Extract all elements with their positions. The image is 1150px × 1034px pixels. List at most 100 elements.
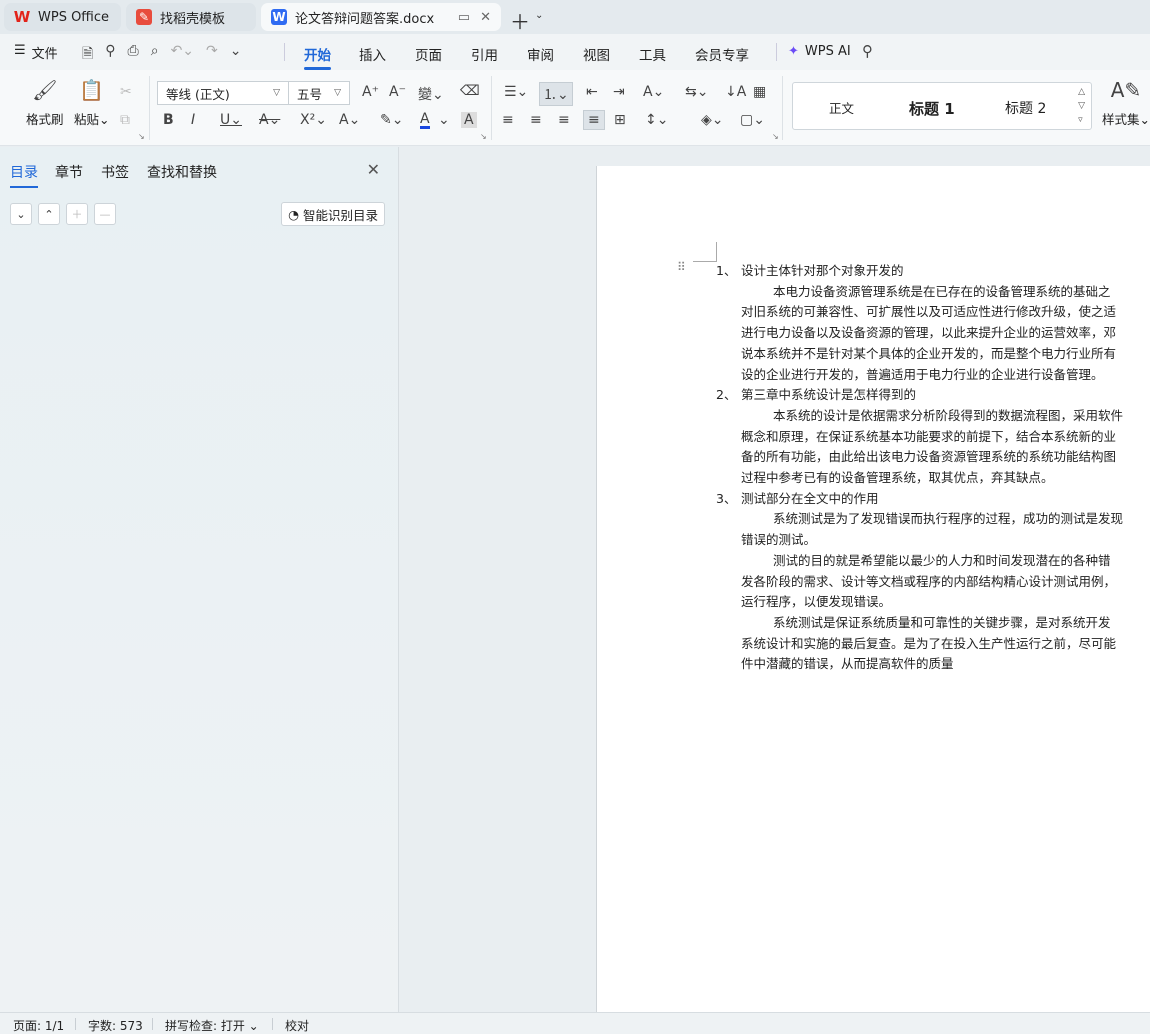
line-spacing-icon[interactable]: ↕⌄ [645, 112, 668, 128]
dialog-launcher-icon[interactable]: ↘ [480, 132, 487, 141]
cut-icon[interactable]: ✂ [120, 84, 132, 100]
show-marks-icon[interactable]: ▦ [753, 84, 766, 100]
export-icon[interactable]: ⚲ [105, 43, 115, 67]
style-normal[interactable]: 正文 [829, 98, 854, 117]
dialog-launcher-icon[interactable]: ↘ [772, 132, 779, 141]
tab-insert[interactable]: 插入 [359, 44, 386, 64]
paragraph-line[interactable]: 概念和原理，在保证系统基本功能要求的前提下，结合本系统新的业 [716, 427, 1150, 448]
proofread-button[interactable]: 校对 [285, 1017, 309, 1034]
distributed-icon[interactable]: ⊞ [614, 112, 626, 128]
borders-icon[interactable]: ▢⌄ [740, 112, 765, 128]
bold-icon[interactable]: B [163, 112, 174, 128]
sort-az-icon[interactable]: ↓A [725, 84, 746, 100]
more-icon[interactable]: ⌄ [230, 43, 242, 67]
document-body[interactable]: 1、 设计主体针对那个对象开发的 本电力设备资源管理系统是在已存在的设备管理系统的基… [716, 261, 1150, 675]
style-heading-1[interactable]: 标题 1 [909, 98, 955, 119]
nav-tab-toc[interactable]: 目录 [10, 162, 38, 188]
numbered-list-icon[interactable]: ⒈⌄ [539, 82, 573, 106]
undo-icon[interactable]: ↶⌄ [171, 43, 194, 67]
text-direction-icon[interactable]: A⌄ [643, 84, 664, 100]
remove-item-button[interactable]: — [94, 203, 116, 225]
print-icon[interactable]: ⎙ [128, 43, 139, 67]
tab-tools[interactable]: 工具 [639, 44, 666, 64]
font-size-select[interactable]: 五号 ▽ [288, 81, 350, 105]
phonetic-guide-icon[interactable]: 變⌄ [418, 84, 444, 104]
decrease-font-icon[interactable]: A⁻ [389, 84, 406, 100]
paragraph-line[interactable]: 进行电力设备以及设备资源的管理，以此来提升企业的运营效率，邓 [716, 323, 1150, 344]
paragraph-line[interactable]: 件中潜藏的错误，从而提高软件的质量 [716, 654, 1150, 675]
spell-check-toggle[interactable]: 拼写检查: 打开 ⌄ [165, 1017, 259, 1034]
expand-icon[interactable]: ▿ [1078, 115, 1085, 125]
paste-button[interactable]: 📋 粘贴⌄ [74, 78, 110, 128]
tab-home[interactable]: 开始 [304, 44, 331, 70]
tab-docer-templates[interactable]: ✎ 找稻壳模板 [126, 3, 256, 31]
sort-icon[interactable]: ⇆⌄ [685, 84, 708, 100]
drag-handle-icon[interactable]: ⠿ [677, 261, 687, 273]
close-icon[interactable]: ✕ [367, 160, 380, 179]
paragraph-line[interactable]: 系统设计和实施的最后复查。是为了在投入生产性运行之前，尽可能 [716, 634, 1150, 655]
paragraph-line[interactable]: 本电力设备资源管理系统是在已存在的设备管理系统的基础之 [716, 282, 1150, 303]
underline-icon[interactable]: U⌄ [220, 112, 242, 128]
add-item-button[interactable]: ＋ [66, 203, 88, 225]
highlight-icon[interactable]: ✎⌄ [380, 112, 403, 128]
tab-view[interactable]: 视图 [583, 44, 610, 64]
paragraph-line[interactable]: 说本系统并不是针对某个具体的企业开发的，而是整个电力行业所有 [716, 344, 1150, 365]
char-shading-icon[interactable]: A [461, 112, 477, 128]
paragraph-line[interactable]: 发各阶段的需求、设计等文档或程序的内部结构精心设计测试用例， [716, 572, 1150, 593]
nav-tab-find-replace[interactable]: 查找和替换 [147, 162, 217, 182]
list-item[interactable]: 3、 测试部分在全文中的作用 [716, 489, 1150, 510]
tab-references[interactable]: 引用 [471, 44, 498, 64]
font-color-icon[interactable]: A [420, 112, 430, 129]
clear-format-icon[interactable]: ⌫ [460, 83, 480, 99]
paragraph-line[interactable]: 本系统的设计是依据需求分析阶段得到的数据流程图，采用软件 [716, 406, 1150, 427]
nav-tab-bookmarks[interactable]: 书签 [101, 162, 129, 182]
document-area[interactable]: ⠿ 1、 设计主体针对那个对象开发的 本电力设备资源管理系统是在已存在的设备管理系统… [400, 147, 1150, 1012]
tab-review[interactable]: 审阅 [527, 44, 554, 64]
align-right-icon[interactable]: ≡ [558, 112, 570, 128]
list-item[interactable]: 1、 设计主体针对那个对象开发的 [716, 261, 1150, 282]
new-tab-icon[interactable]: ＋ [510, 6, 530, 35]
paragraph-line[interactable]: 测试的目的就是希望能以最少的人力和时间发现潜在的各种错 [716, 551, 1150, 572]
chevron-up-icon[interactable]: △ [1078, 87, 1085, 97]
window-icon[interactable]: ▭ [458, 10, 470, 25]
style-set-button[interactable]: A✎ 样式集⌄ [1102, 78, 1150, 128]
paragraph-line[interactable]: 错误的测试。 [716, 530, 1150, 551]
paragraph-line[interactable]: 设的企业进行开发的，普遍适用于电力行业的企业进行设备管理。 [716, 365, 1150, 386]
page-indicator[interactable]: 页面: 1/1 [13, 1017, 64, 1034]
tab-wps-office[interactable]: W WPS Office [4, 3, 121, 31]
paragraph-line[interactable]: 过程中参考已有的设备管理系统，取其优点，弃其缺点。 [716, 468, 1150, 489]
redo-icon[interactable]: ↷ [206, 43, 218, 67]
format-painter-button[interactable]: 🖌 格式刷 [26, 78, 64, 128]
print-preview-icon[interactable]: ⌕ [151, 43, 159, 67]
increase-indent-icon[interactable]: ⇥ [613, 84, 625, 100]
chevron-down-icon[interactable]: ▽ [1078, 101, 1085, 111]
file-menu-button[interactable]: ☰ 文件 [14, 43, 58, 62]
tab-member[interactable]: 会员专享 [695, 44, 749, 64]
paragraph-line[interactable]: 运行程序，以便发现错误。 [716, 592, 1150, 613]
font-name-select[interactable]: 等线 (正文) ▽ [157, 81, 289, 105]
align-center-icon[interactable]: ≡ [530, 112, 542, 128]
paragraph-line[interactable]: 对旧系统的可兼容性、可扩展性以及可适应性进行修改升级，使之适 [716, 302, 1150, 323]
smart-toc-button[interactable]: ◔ 智能识别目录 [281, 202, 385, 226]
word-count[interactable]: 字数: 573 [88, 1017, 143, 1034]
italic-icon[interactable]: I [191, 112, 195, 128]
shading-icon[interactable]: ◈⌄ [701, 112, 724, 128]
align-left-icon[interactable]: ≡ [502, 112, 514, 128]
style-heading-2[interactable]: 标题 2 [1005, 98, 1046, 118]
decrease-indent-icon[interactable]: ⇤ [586, 84, 598, 100]
collapse-all-button[interactable]: ⌃ [38, 203, 60, 225]
strikethrough-icon[interactable]: A⌄ [259, 112, 280, 128]
list-item[interactable]: 2、 第三章中系统设计是怎样得到的 [716, 385, 1150, 406]
tab-document[interactable]: W 论文答辩问题答案.docx ▭ ✕ [261, 3, 501, 31]
search-icon[interactable]: ⚲ [862, 42, 873, 60]
copy-icon[interactable]: ⧉ [120, 112, 130, 128]
save-icon[interactable]: 🗎 [82, 43, 93, 67]
paragraph-line[interactable]: 系统测试是保证系统质量和可靠性的关键步骤，是对系统开发 [716, 613, 1150, 634]
superscript-icon[interactable]: X²⌄ [300, 112, 327, 128]
tab-page[interactable]: 页面 [415, 44, 442, 64]
chevron-down-icon[interactable]: ⌄ [535, 10, 543, 21]
close-tab-icon[interactable]: ✕ [480, 10, 491, 25]
paragraph-line[interactable]: 系统测试是为了发现错误而执行程序的过程，成功的测试是发现 [716, 509, 1150, 530]
nav-tab-sections[interactable]: 章节 [55, 162, 83, 182]
document-page[interactable]: ⠿ 1、 设计主体针对那个对象开发的 本电力设备资源管理系统是在已存在的设备管理系统… [596, 166, 1150, 1012]
